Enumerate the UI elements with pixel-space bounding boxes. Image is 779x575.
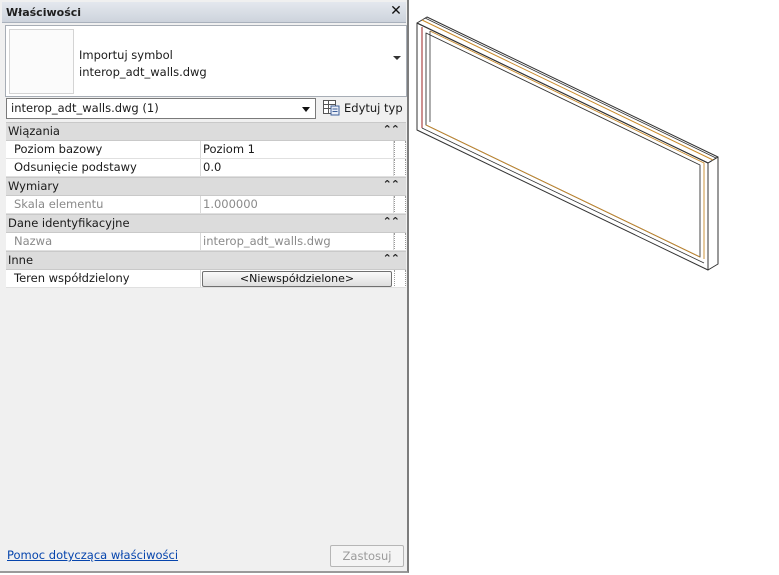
edit-type-icon: [323, 100, 340, 116]
category-label: Dane identyfikacyjne: [8, 216, 130, 230]
wall-bottom-line: [421, 127, 705, 264]
type-name-label: interop_adt_walls.dwg: [79, 65, 207, 79]
property-value-readonly: 1.000000: [201, 196, 394, 213]
category-other[interactable]: Inne ⌃⌃: [6, 251, 406, 270]
wall-model[interactable]: [416, 16, 719, 271]
shared-site-button[interactable]: <Niewspółdzielone>: [202, 271, 392, 287]
category-label: Wymiary: [8, 179, 59, 193]
property-value-readonly: interop_adt_walls.dwg: [201, 233, 394, 250]
double-chevron-up-icon[interactable]: ⌃⌃: [383, 252, 400, 265]
double-chevron-up-icon[interactable]: ⌃⌃: [383, 215, 400, 228]
category-identity-data[interactable]: Dane identyfikacyjne ⌃⌃: [6, 214, 406, 233]
category-label: Inne: [8, 253, 34, 267]
property-row-base-offset: Odsunięcie podstawy 0.0: [6, 159, 406, 177]
palette-titlebar[interactable]: Właściwości ✕: [2, 2, 406, 23]
property-value-input[interactable]: Poziom 1: [201, 141, 394, 158]
type-preview-image: [9, 29, 74, 94]
property-value-input[interactable]: 0.0: [201, 159, 394, 176]
properties-grid: Wiązania ⌃⌃ Poziom bazowy Poziom 1 Odsun…: [6, 122, 406, 288]
property-label: Skala elementu: [6, 196, 201, 213]
wall-opening-inner: [429, 30, 705, 259]
row-tail-cell: [394, 159, 406, 175]
property-label: Odsunięcie podstawy: [6, 159, 201, 176]
wall-layer-line: [424, 17, 717, 159]
type-selector-text: Importuj symbol interop_adt_walls.dwg: [79, 47, 207, 81]
property-label: Nazwa: [6, 233, 201, 250]
property-row-scale: Skala elementu 1.000000: [6, 196, 406, 214]
chevron-down-icon[interactable]: [393, 56, 401, 60]
edit-type-label: Edytuj typ: [344, 101, 403, 115]
row-tail-cell: [394, 270, 406, 286]
row-tail-cell: [394, 141, 406, 157]
instance-filter-value: interop_adt_walls.dwg (1): [11, 101, 159, 115]
row-tail-cell: [394, 196, 406, 212]
double-chevron-up-icon[interactable]: ⌃⌃: [383, 178, 400, 191]
property-row-base-level: Poziom bazowy Poziom 1: [6, 141, 406, 159]
apply-button[interactable]: Zastosuj: [330, 545, 404, 567]
chevron-down-icon: [302, 107, 310, 112]
row-tail-cell: [394, 233, 406, 249]
close-icon[interactable]: ✕: [388, 3, 404, 20]
category-constraints[interactable]: Wiązania ⌃⌃: [6, 122, 406, 141]
property-label: Teren współdzielony: [6, 270, 201, 287]
properties-help-link[interactable]: Pomoc dotycząca właściwości: [7, 548, 178, 562]
properties-palette: Właściwości ✕ Importuj symbol interop_ad…: [0, 0, 409, 573]
category-dimensions[interactable]: Wymiary ⌃⌃: [6, 177, 406, 196]
3d-view-canvas[interactable]: [412, 0, 779, 575]
property-row-name: Nazwa interop_adt_walls.dwg: [6, 233, 406, 251]
wall-layer-line: [421, 19, 714, 161]
palette-title: Właściwości: [6, 6, 82, 19]
property-label: Poziom bazowy: [6, 141, 201, 158]
double-chevron-up-icon[interactable]: ⌃⌃: [383, 123, 400, 136]
instance-filter-select[interactable]: interop_adt_walls.dwg (1): [6, 98, 316, 119]
category-label: Wiązania: [8, 124, 60, 138]
property-row-shared-site: Teren współdzielony <Niewspółdzielone>: [6, 270, 406, 288]
wall-end-face: [707, 156, 719, 271]
type-family-label: Importuj symbol: [79, 48, 173, 62]
type-selector[interactable]: Importuj symbol interop_adt_walls.dwg: [5, 25, 407, 97]
